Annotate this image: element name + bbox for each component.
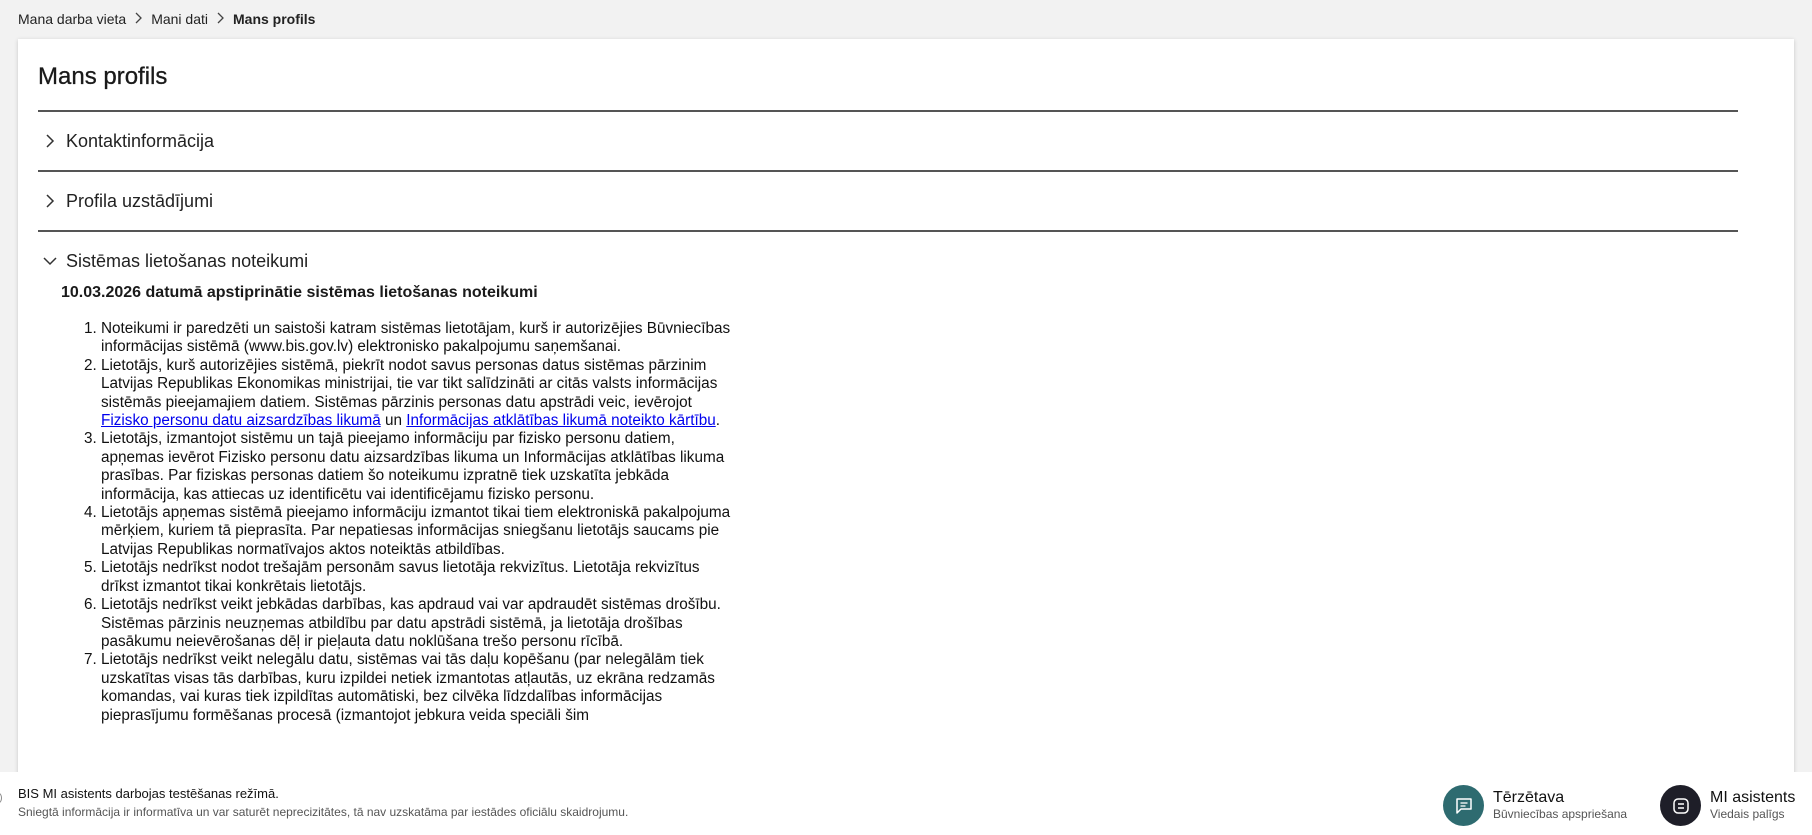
breadcrumb-link-my-data[interactable]: Mani dati [151, 11, 208, 27]
ai-assistant-sublabel: Viedais palīgs [1710, 807, 1785, 821]
section-toggle-profile-settings[interactable]: Profila uzstādījumi [38, 172, 1738, 230]
breadcrumb-current: Mans profils [233, 11, 316, 27]
chat-sublabel: Būvniecības apspriešana [1493, 807, 1628, 821]
ai-assistant-label: MI asistents [1710, 789, 1796, 806]
ai-assistant-button[interactable]: MI asistents Viedais palīgs [1660, 785, 1795, 826]
breadcrumb-link-workspace[interactable]: Mana darba vieta [18, 11, 126, 27]
terms-list: Noteikumi ir paredzēti un saistoši katra… [61, 320, 741, 725]
robot-icon [1660, 785, 1701, 826]
link-personal-data-law[interactable]: Fizisko personu datu aizsardzības likumā [101, 412, 381, 429]
section-terms-of-use: Sistēmas lietošanas noteikumi 10.03.2026… [38, 230, 1738, 725]
list-item: Lietotājs, kurš autorizējies sistēmā, pi… [101, 357, 741, 431]
notice-title: BIS MI asistents darbojas testēšanas rež… [18, 786, 279, 801]
chevron-right-icon [134, 12, 143, 27]
list-item: Lietotājs nedrīkst veikt nelegālu datu, … [101, 651, 741, 725]
profile-card: Mans profils Kontaktinformācija Profila … [18, 39, 1794, 779]
section-toggle-terms-of-use[interactable]: Sistēmas lietošanas noteikumi [38, 232, 1738, 290]
list-item: Lietotājs apņemas sistēmā pieejamo infor… [101, 504, 741, 559]
terms-title: 10.03.2026 datumā apstiprinātie sistēmas… [61, 284, 538, 301]
notice-subtitle: Sniegtā informācija ir informatīva un va… [18, 805, 629, 819]
radio-indicator-icon [0, 793, 2, 803]
chat-button[interactable]: Tērzētava Būvniecības apspriešana [1443, 785, 1627, 826]
chevron-right-icon [40, 131, 60, 151]
term-text: un [380, 412, 407, 430]
section-label: Sistēmas lietošanas noteikumi [66, 250, 309, 271]
chevron-right-icon [216, 12, 225, 27]
assistant-footer: BIS MI asistents darbojas testēšanas rež… [0, 772, 1812, 835]
section-label: Profila uzstādījumi [66, 190, 214, 211]
page-title: Mans profils [38, 63, 168, 90]
breadcrumb: Mana darba vieta Mani dati Mans profils [18, 11, 315, 27]
list-item: Lietotājs nedrīkst veikt jebkādas darbīb… [101, 596, 741, 651]
list-item: Lietotājs nedrīkst nodot trešajām person… [101, 559, 741, 596]
section-toggle-contact-info[interactable]: Kontaktinformācija [38, 112, 1738, 170]
section-label: Kontaktinformācija [66, 130, 215, 151]
chevron-down-icon [40, 251, 60, 271]
term-text: Lietotājs, kurš autorizējies sistēmā, pi… [101, 356, 718, 411]
section-contact-info: Kontaktinformācija [38, 110, 1738, 170]
chat-icon [1443, 785, 1484, 826]
chevron-right-icon [40, 191, 60, 211]
link-information-disclosure-law[interactable]: Informācijas atklātības likumā noteikto … [406, 412, 715, 429]
section-profile-settings: Profila uzstādījumi [38, 170, 1738, 230]
chat-label: Tērzētava [1493, 789, 1565, 806]
list-item: Noteikumi ir paredzēti un saistoši katra… [101, 320, 741, 357]
term-text: . [715, 412, 720, 430]
terms-content: 10.03.2026 datumā apstiprinātie sistēmas… [38, 284, 1738, 725]
list-item: Lietotājs, izmantojot sistēmu un tajā pi… [101, 430, 741, 504]
